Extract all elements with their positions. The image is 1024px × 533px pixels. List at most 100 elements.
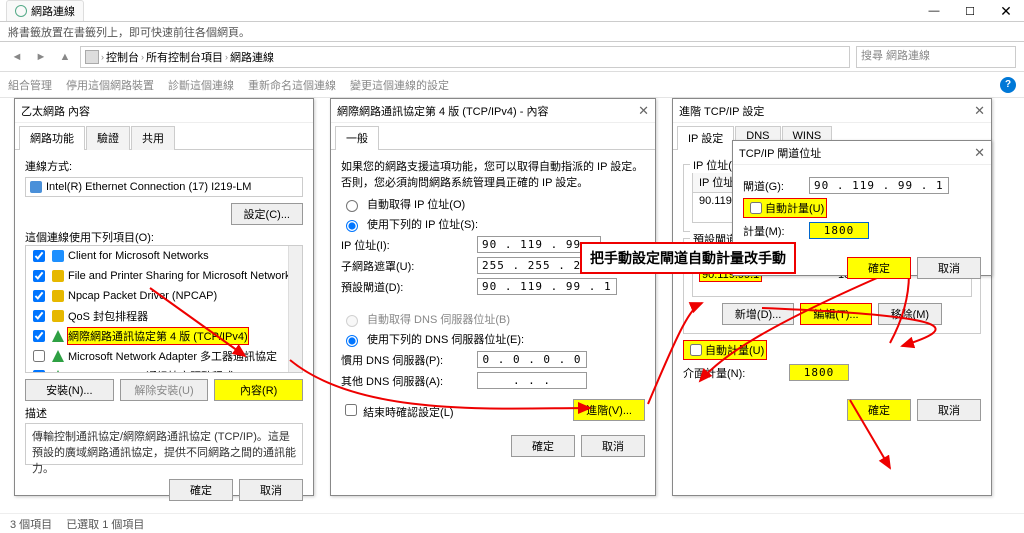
toolbar-item[interactable]: 重新命名這個連線 (248, 77, 336, 93)
uninstall-button: 解除安裝(U) (120, 379, 209, 401)
breadcrumb-item[interactable]: 所有控制台項目 (146, 49, 223, 65)
close-icon[interactable]: ✕ (974, 103, 985, 119)
close-button[interactable]: ✕ (988, 0, 1024, 22)
tab-share[interactable]: 共用 (131, 126, 175, 150)
dialog-title: 乙太網路 內容 (21, 103, 90, 119)
item-label: 網際網路通訊協定第 4 版 (TCP/IPv4) (68, 328, 248, 344)
item-checkbox[interactable] (33, 290, 45, 302)
item-checkbox[interactable] (33, 250, 45, 262)
item-label: Client for Microsoft Networks (68, 250, 209, 262)
install-button[interactable]: 安裝(N)... (25, 379, 114, 401)
dns1-label: 慣用 DNS 伺服器(P): (341, 352, 471, 368)
globe-icon (15, 5, 27, 17)
ip-label: IP 位址(I): (341, 237, 471, 253)
cancel-button[interactable]: 取消 (581, 435, 645, 457)
exit-confirm-checkbox[interactable]: 結束時確認設定(L) (341, 401, 454, 420)
iface-metric-label: 介面計量(N): (683, 365, 783, 381)
item-checkbox[interactable] (33, 350, 45, 362)
items-label: 這個連線使用下列項目(O): (25, 229, 303, 245)
gw-label: 閘道(G): (743, 178, 803, 194)
search-input[interactable]: 搜尋 網路連線 (856, 46, 1016, 68)
item-label: Microsoft LLDP 通訊協定驅動程式 (68, 368, 234, 373)
radio-manual-ip[interactable]: 使用下列的 IP 位址(S): (341, 216, 645, 232)
bookmark-hint: 將書籤放置在書籤列上，即可快速前往各個網頁。 (0, 22, 1024, 42)
breadcrumb[interactable]: › 控制台› 所有控制台項目› 網路連線 (80, 46, 850, 68)
tab-title: 網路連線 (31, 3, 75, 19)
radio-auto-ip[interactable]: 自動取得 IP 位址(O) (341, 196, 645, 212)
protocol-icon (52, 370, 64, 373)
remove-button[interactable]: 移除(M) (878, 303, 943, 325)
browser-tab[interactable]: 網路連線 (6, 0, 84, 21)
gw-input[interactable]: 90 . 119 . 99 . 1 (477, 278, 617, 295)
properties-button[interactable]: 內容(R) (214, 379, 303, 401)
item-checkbox[interactable] (33, 270, 45, 282)
toolbar-item[interactable]: 變更這個連線的設定 (350, 77, 449, 93)
item-checkbox[interactable] (33, 330, 45, 342)
iface-metric-input[interactable]: 1800 (789, 364, 849, 381)
list-item[interactable]: Microsoft LLDP 通訊協定驅動程式 (26, 366, 302, 373)
mask-label: 子網路遮罩(U): (341, 258, 471, 274)
auto-metric-checkbox[interactable]: 自動計量(U) (683, 340, 981, 360)
list-item[interactable]: Client for Microsoft Networks (26, 246, 302, 266)
list-item[interactable]: QoS 封包排程器 (26, 306, 302, 326)
gw-label: 預設閘道(D): (341, 279, 471, 295)
scrollbar[interactable] (288, 246, 302, 372)
status-selected: 已選取 1 個項目 (66, 516, 144, 531)
toolbar-item[interactable]: 組合管理 (8, 77, 52, 93)
protocol-list[interactable]: Client for Microsoft Networks File and Pr… (25, 245, 303, 373)
breadcrumb-item[interactable]: 控制台 (106, 49, 139, 65)
advanced-button[interactable]: 進階(V)... (573, 399, 645, 421)
desc-text: 傳輸控制通訊協定/網際網路通訊協定 (TCP/IP)。這是預設的廣域網路通訊協定… (25, 423, 303, 465)
close-icon[interactable]: ✕ (974, 145, 985, 161)
toolbar-item[interactable]: 診斷這個連線 (168, 77, 234, 93)
auto-metric-checkbox[interactable]: 自動計量(U) (743, 198, 981, 218)
dns1-input[interactable]: 0 . 0 . 0 . 0 (477, 351, 587, 368)
maximize-button[interactable]: ☐ (952, 0, 988, 22)
ok-button[interactable]: 確定 (511, 435, 575, 457)
item-checkbox[interactable] (33, 370, 45, 373)
desc-label: 描述 (25, 405, 303, 421)
ok-button[interactable]: 確定 (847, 257, 911, 279)
item-label: QoS 封包排程器 (68, 308, 148, 324)
list-item[interactable]: File and Printer Sharing for Microsoft N… (26, 266, 302, 286)
cancel-button[interactable]: 取消 (917, 257, 981, 279)
tab-ip[interactable]: IP 設定 (677, 126, 734, 150)
item-label: File and Printer Sharing for Microsoft N… (68, 270, 296, 282)
dialog-title: 進階 TCP/IP 設定 (679, 103, 764, 119)
close-icon[interactable]: ✕ (638, 103, 649, 119)
configure-button[interactable]: 設定(C)... (231, 203, 303, 225)
adapter-name: Intel(R) Ethernet Connection (17) I219-L… (46, 181, 251, 193)
toolbar-item[interactable]: 停用這個網路裝置 (66, 77, 154, 93)
dns2-input[interactable]: . . . (477, 372, 587, 389)
add-button[interactable]: 新增(D)... (722, 303, 794, 325)
tab-general[interactable]: 一般 (335, 126, 379, 150)
protocol-icon (52, 250, 64, 262)
item-checkbox[interactable] (33, 310, 45, 322)
help-icon[interactable]: ? (1000, 77, 1016, 93)
intro-text: 如果您的網路支援這項功能，您可以取得自動指派的 IP 設定。否則，您必須詢問網路… (341, 158, 645, 190)
tab-auth[interactable]: 驗證 (86, 126, 130, 150)
list-item[interactable]: Microsoft Network Adapter 多工器通訊協定 (26, 346, 302, 366)
radio-manual-dns[interactable]: 使用下列的 DNS 伺服器位址(E): (341, 331, 645, 347)
forward-button[interactable]: ► (32, 48, 50, 66)
list-item[interactable]: 網際網路通訊協定第 4 版 (TCP/IPv4) (26, 326, 302, 346)
gw-input[interactable]: 90 . 119 . 99 . 1 (809, 177, 949, 194)
up-button[interactable]: ▲ (56, 48, 74, 66)
ok-button[interactable]: 確定 (169, 479, 233, 501)
cancel-button[interactable]: 取消 (917, 399, 981, 421)
edit-button[interactable]: 編輯(T)... (800, 303, 871, 325)
breadcrumb-item[interactable]: 網路連線 (230, 49, 274, 65)
item-label: Microsoft Network Adapter 多工器通訊協定 (68, 348, 277, 364)
metric-input[interactable]: 1800 (809, 222, 869, 239)
metric-label: 計量(M): (743, 223, 803, 239)
cancel-button[interactable]: 取消 (239, 479, 303, 501)
ok-button[interactable]: 確定 (847, 399, 911, 421)
minimize-button[interactable]: — (916, 0, 952, 22)
explorer-toolbar: 組合管理 停用這個網路裝置 診斷這個連線 重新命名這個連線 變更這個連線的設定 … (0, 72, 1024, 98)
protocol-icon (52, 290, 64, 302)
tab-network[interactable]: 網路功能 (19, 126, 85, 150)
back-button[interactable]: ◄ (8, 48, 26, 66)
dialog-title: 網際網路通訊協定第 4 版 (TCP/IPv4) - 內容 (337, 103, 548, 119)
list-item[interactable]: Npcap Packet Driver (NPCAP) (26, 286, 302, 306)
dns2-label: 其他 DNS 伺服器(A): (341, 373, 471, 389)
